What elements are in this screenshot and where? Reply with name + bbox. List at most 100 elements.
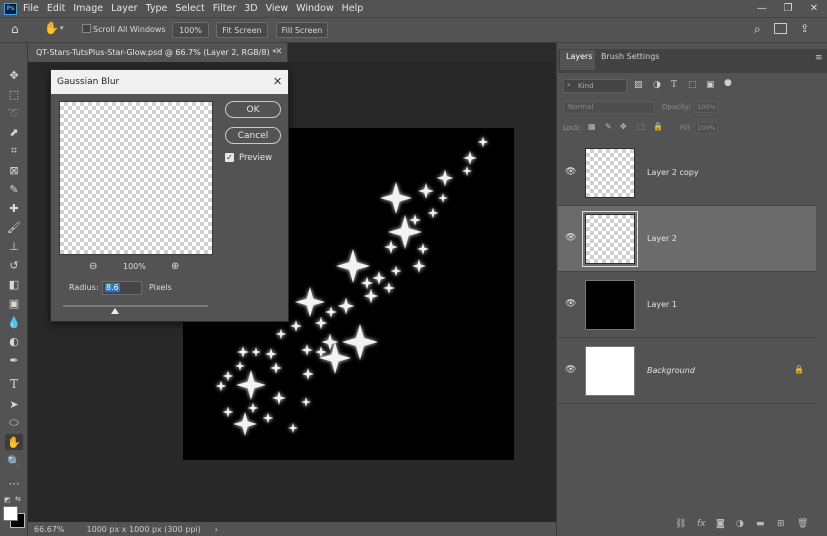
lock-position-icon[interactable]: ✥	[620, 122, 627, 131]
search-icon[interactable]: ⌕	[754, 22, 761, 37]
layer-row[interactable]: 👁 Layer 1	[558, 272, 816, 338]
tab-layers[interactable]: Layers	[566, 52, 592, 61]
filter-shape-icon[interactable]: ⬚	[688, 80, 697, 90]
cancel-button[interactable]: Cancel	[225, 127, 281, 144]
more-tools-icon[interactable]: ⋯	[5, 475, 23, 491]
add-mask-icon[interactable]: ◙	[716, 519, 725, 529]
frame-tool-icon[interactable]: ⊠	[5, 162, 23, 178]
default-colors-icon[interactable]: ◩	[4, 496, 11, 504]
crop-tool-icon[interactable]: ⌗	[5, 143, 23, 159]
document-tab[interactable]: QT-Stars-TutsPlus-Star-Glow.psd @ 66.7% …	[28, 43, 288, 62]
menu-type[interactable]: Type	[146, 3, 168, 14]
zoom-level[interactable]: 66.67%	[34, 525, 65, 534]
menu-view[interactable]: View	[266, 3, 289, 14]
menu-filter[interactable]: Filter	[213, 3, 237, 14]
layer-row[interactable]: 👁 Background 🔒	[558, 338, 816, 404]
hand-tool-icon[interactable]: ✋	[44, 21, 59, 35]
hand-tool-icon[interactable]: ✋	[5, 434, 23, 450]
chevron-right-icon[interactable]: ›	[215, 525, 218, 534]
type-tool-icon[interactable]: T	[5, 376, 23, 392]
menu-select[interactable]: Select	[175, 3, 204, 14]
share-icon[interactable]: ⇪	[800, 22, 809, 35]
move-tool-icon[interactable]: ✥	[5, 67, 23, 83]
eraser-tool-icon[interactable]: ◧	[5, 276, 23, 292]
menu-3d[interactable]: 3D	[244, 3, 257, 14]
scroll-all-windows-checkbox[interactable]	[82, 24, 91, 33]
new-group-icon[interactable]: ▬	[756, 519, 765, 529]
close-window-icon[interactable]: ✕	[801, 0, 827, 17]
layer-row-selected[interactable]: 👁 Layer 2	[558, 206, 816, 272]
lock-artboard-icon[interactable]: ⬚	[637, 122, 645, 131]
dialog-title: Gaussian Blur	[57, 77, 120, 87]
menu-image[interactable]: Image	[73, 3, 103, 14]
eyedropper-tool-icon[interactable]: ✎	[5, 181, 23, 197]
tab-brush-settings[interactable]: Brush Settings	[601, 52, 659, 61]
options-bar: ⌂ ✋ ▾ Scroll All Windows 100% Fit Screen…	[0, 17, 827, 43]
filter-type-icon[interactable]: T	[671, 80, 677, 90]
foreground-color-swatch[interactable]	[3, 506, 18, 521]
filter-smart-object-icon[interactable]: ▣	[706, 80, 715, 90]
preview-window[interactable]	[59, 101, 213, 255]
dodge-tool-icon[interactable]: ◐	[5, 333, 23, 349]
visibility-eye-icon[interactable]: 👁	[565, 167, 576, 177]
new-layer-icon[interactable]: ⊞	[777, 519, 785, 529]
link-layers-icon[interactable]: ⛓	[675, 519, 686, 529]
path-select-icon[interactable]: ➤	[5, 396, 23, 412]
filter-pixel-icon[interactable]: ▨	[634, 80, 643, 90]
layer-style-icon[interactable]: fx	[697, 519, 706, 529]
blur-tool-icon[interactable]: 💧	[5, 314, 23, 330]
lock-image-icon[interactable]: ✎	[605, 122, 612, 131]
fill-screen-button[interactable]: Fill Screen	[276, 22, 328, 38]
radius-slider-handle[interactable]	[111, 308, 119, 314]
lasso-tool-icon[interactable]: ➰	[5, 105, 23, 121]
blend-mode-select[interactable]: Normal	[563, 101, 655, 114]
visibility-eye-icon[interactable]: 👁	[565, 299, 576, 309]
opacity-input[interactable]: 100%	[694, 101, 718, 113]
visibility-eye-icon[interactable]: 👁	[565, 365, 576, 375]
brush-tool-icon[interactable]: 🖌	[5, 219, 23, 235]
swap-colors-icon[interactable]: ⇆	[15, 495, 21, 503]
zoom-out-icon[interactable]: ⊖	[89, 261, 97, 272]
dialog-close-icon[interactable]: ✕	[273, 75, 282, 88]
home-icon[interactable]: ⌂	[11, 22, 19, 36]
paint-bucket-icon[interactable]: ▣	[5, 295, 23, 311]
adjustment-layer-icon[interactable]: ◑	[736, 519, 744, 529]
chevron-down-icon[interactable]: ▾	[60, 24, 64, 32]
menu-edit[interactable]: Edit	[47, 3, 65, 14]
visibility-eye-icon[interactable]: 👁	[565, 233, 576, 243]
fill-input[interactable]: 100%	[694, 122, 718, 134]
menu-layer[interactable]: Layer	[111, 3, 138, 14]
dialog-titlebar[interactable]: Gaussian Blur ✕	[51, 70, 288, 94]
filter-toggle-icon[interactable]: ●	[724, 78, 732, 88]
zoom-tool-icon[interactable]: 🔍	[5, 453, 23, 469]
quick-select-tool-icon[interactable]: ⬈	[5, 124, 23, 140]
marquee-tool-icon[interactable]: ⬚	[5, 86, 23, 102]
menu-window[interactable]: Window	[296, 3, 333, 14]
menu-file[interactable]: File	[23, 3, 39, 14]
layer-filter-kind[interactable]: ⌕ Kind	[563, 79, 627, 93]
stamp-tool-icon[interactable]: ⊥	[5, 238, 23, 254]
zoom-100-button[interactable]: 100%	[172, 22, 209, 38]
history-brush-icon[interactable]: ↺	[5, 257, 23, 273]
workspace-icon[interactable]	[774, 23, 787, 34]
maximize-icon[interactable]: ❐	[775, 0, 801, 17]
delete-layer-icon[interactable]: 🗑	[797, 519, 808, 529]
menu-help[interactable]: Help	[342, 3, 364, 14]
radius-input[interactable]: 8.6	[102, 281, 142, 295]
lock-all-icon[interactable]: 🔒	[653, 122, 663, 131]
healing-brush-icon[interactable]: ✚	[5, 200, 23, 216]
close-tab-icon[interactable]: ✕	[275, 47, 283, 57]
pen-tool-icon[interactable]: ✒	[5, 352, 23, 368]
minimize-icon[interactable]: —	[749, 0, 775, 17]
preview-checkbox[interactable]: ✓	[225, 153, 234, 162]
layer-row[interactable]: 👁 Layer 2 copy	[558, 140, 816, 206]
radius-slider-track[interactable]	[63, 305, 208, 307]
filter-adjustment-icon[interactable]: ◑	[653, 80, 661, 90]
ok-button[interactable]: OK	[225, 101, 281, 118]
panel-menu-icon[interactable]: ≡	[815, 53, 823, 63]
shape-tool-icon[interactable]: ⬭	[5, 415, 23, 431]
lock-transparent-icon[interactable]: ▦	[588, 122, 596, 131]
fit-screen-button[interactable]: Fit Screen	[216, 22, 268, 38]
radius-unit-label: Pixels	[149, 283, 172, 292]
zoom-in-icon[interactable]: ⊕	[171, 261, 179, 272]
